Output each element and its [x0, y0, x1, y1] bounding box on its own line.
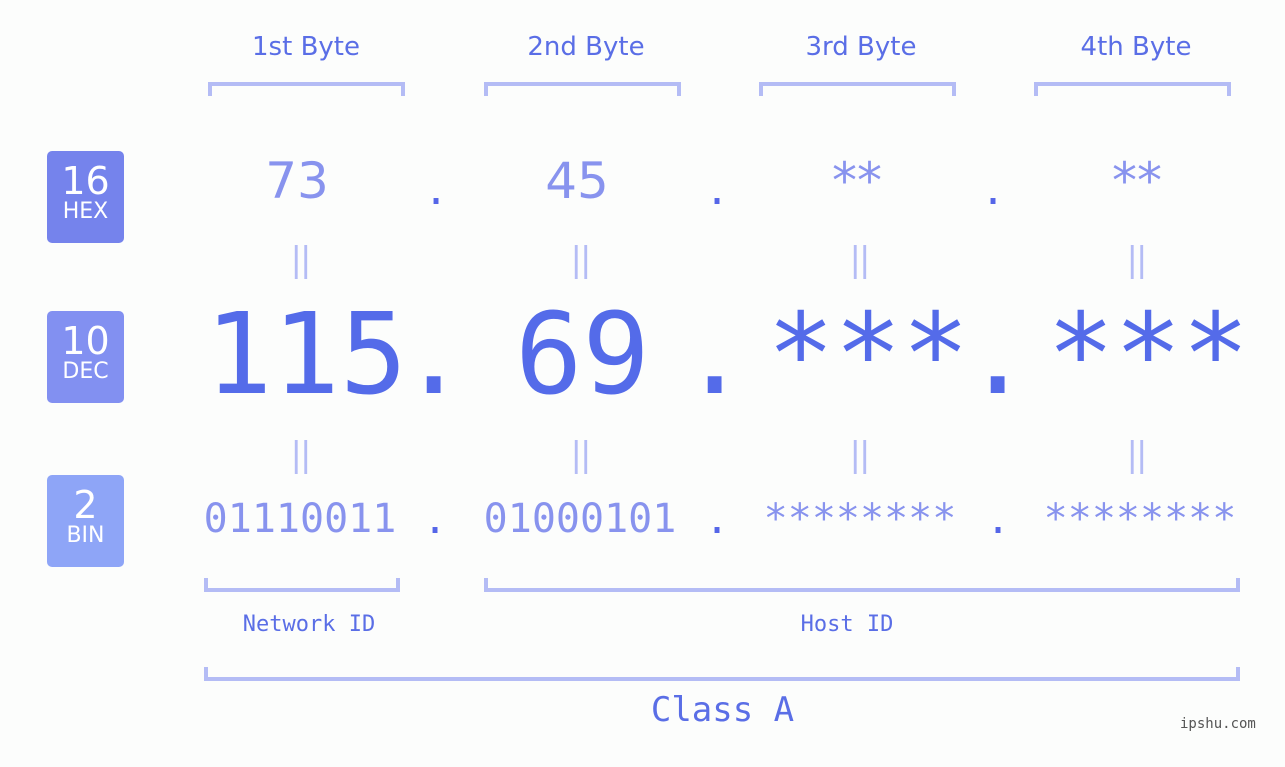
hex-base-label: HEX [62, 199, 109, 224]
byte-label-3: 3rd Byte [805, 32, 917, 62]
hex-value-3: ** [832, 152, 882, 210]
host-id-bracket [484, 578, 1240, 592]
equals-dec-bin-2: || [570, 435, 592, 475]
network-id-label: Network ID [242, 612, 376, 637]
dec-badge: 10 DEC [47, 311, 124, 403]
host-id-label: Host ID [800, 612, 894, 637]
class-bracket [204, 667, 1240, 681]
bin-separator-3: . [986, 497, 1011, 543]
hex-base-number: 16 [61, 159, 110, 203]
equals-dec-bin-3: || [849, 435, 871, 475]
byte-bracket-3 [759, 82, 956, 96]
byte-label-2: 2nd Byte [527, 32, 645, 62]
bin-value-3: ******** [763, 496, 957, 542]
bin-value-2: 01000101 [483, 496, 677, 542]
dec-value-3: *** [767, 290, 970, 420]
bin-value-1: 01110011 [203, 496, 397, 542]
hex-badge: 16 HEX [47, 151, 124, 243]
dec-separator-3: . [964, 290, 1032, 420]
dec-separator-1: . [400, 290, 468, 420]
byte-bracket-2 [484, 82, 681, 96]
bin-base-number: 2 [73, 483, 98, 527]
hex-separator-3: . [981, 168, 1006, 214]
hex-value-4: ** [1112, 152, 1162, 210]
bin-base-label: BIN [66, 523, 105, 548]
class-label: Class A [650, 690, 795, 730]
hex-separator-1: . [424, 168, 449, 214]
equals-hex-dec-1: || [290, 240, 312, 280]
bin-separator-1: . [423, 497, 448, 543]
bin-separator-2: . [705, 497, 730, 543]
dec-base-number: 10 [61, 319, 110, 363]
bin-value-4: ******** [1043, 496, 1237, 542]
hex-value-2: 45 [545, 152, 609, 210]
byte-bracket-1 [208, 82, 405, 96]
equals-dec-bin-1: || [290, 435, 312, 475]
dec-base-label: DEC [62, 359, 109, 384]
hex-separator-2: . [705, 168, 730, 214]
dec-value-2: 69 [515, 290, 650, 420]
hex-value-1: 73 [265, 152, 329, 210]
dec-value-1: 115 [205, 290, 408, 420]
watermark: ipshu.com [1180, 716, 1256, 732]
equals-hex-dec-2: || [570, 240, 592, 280]
bin-badge: 2 BIN [47, 475, 124, 567]
byte-bracket-4 [1034, 82, 1231, 96]
dec-value-4: *** [1047, 290, 1250, 420]
network-id-bracket [204, 578, 400, 592]
equals-dec-bin-4: || [1126, 435, 1148, 475]
dec-separator-2: . [681, 290, 749, 420]
byte-label-4: 4th Byte [1080, 32, 1192, 62]
equals-hex-dec-3: || [849, 240, 871, 280]
equals-hex-dec-4: || [1126, 240, 1148, 280]
byte-label-1: 1st Byte [252, 32, 360, 62]
